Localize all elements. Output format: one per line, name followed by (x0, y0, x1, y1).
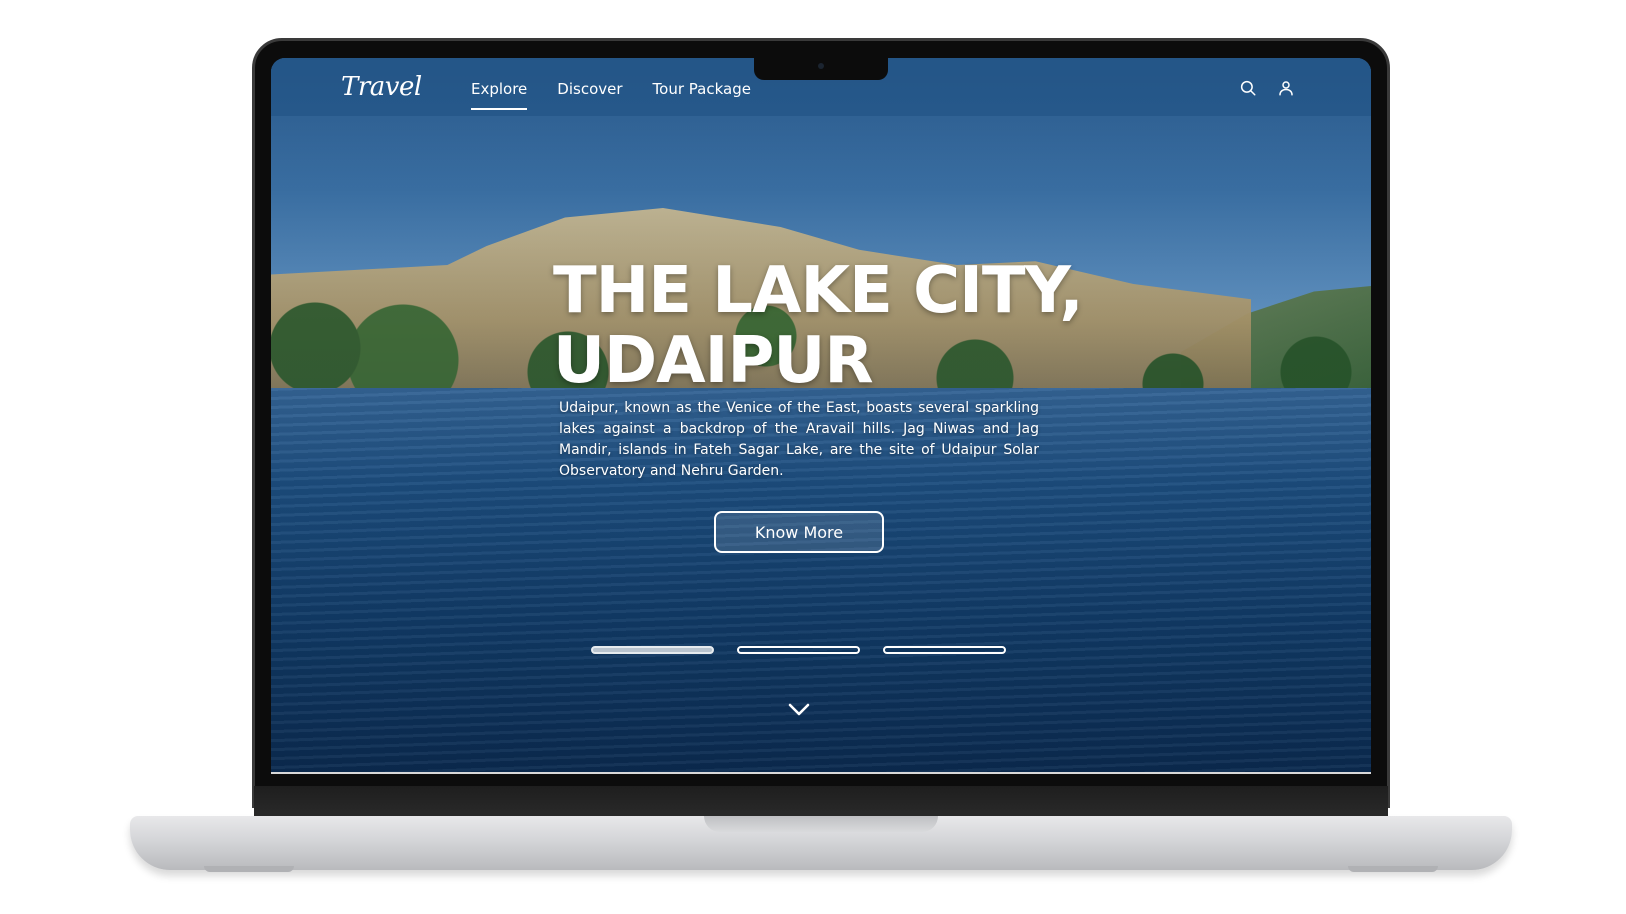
user-icon[interactable] (1277, 79, 1295, 97)
screen: Travel Explore Discover Tour Package THE… (271, 58, 1371, 774)
hero-title: THE LAKE CITY, UDAIPUR (553, 256, 1113, 396)
search-icon[interactable] (1239, 79, 1257, 97)
know-more-button[interactable]: Know More (714, 511, 884, 553)
slider-indicators (591, 646, 1006, 654)
chevron-down-icon[interactable] (787, 700, 811, 720)
nav-links: Explore Discover Tour Package (471, 80, 751, 110)
nav-link-discover[interactable]: Discover (557, 80, 622, 110)
camera-icon (818, 63, 824, 69)
nav-icons (1239, 79, 1295, 97)
slider-indicator-2[interactable] (737, 646, 860, 654)
laptop-foot-right (1348, 866, 1438, 872)
hero-title-line2: UDAIPUR (553, 324, 874, 398)
navbar: Travel Explore Discover Tour Package (271, 58, 1371, 116)
laptop-hinge (254, 786, 1388, 818)
slider-indicator-1[interactable] (591, 646, 714, 654)
hero-description: Udaipur, known as the Venice of the East… (559, 400, 1039, 479)
hero-title-line1: THE LAKE CITY, (553, 254, 1084, 328)
screen-edge (271, 772, 1371, 774)
camera-notch (754, 58, 888, 80)
slider-indicator-3[interactable] (883, 646, 1006, 654)
nav-link-tour-package[interactable]: Tour Package (653, 80, 751, 110)
logo[interactable]: Travel (341, 72, 422, 102)
nav-link-explore[interactable]: Explore (471, 80, 528, 110)
laptop-thumb-notch (704, 816, 938, 832)
laptop-foot-left (204, 866, 294, 872)
